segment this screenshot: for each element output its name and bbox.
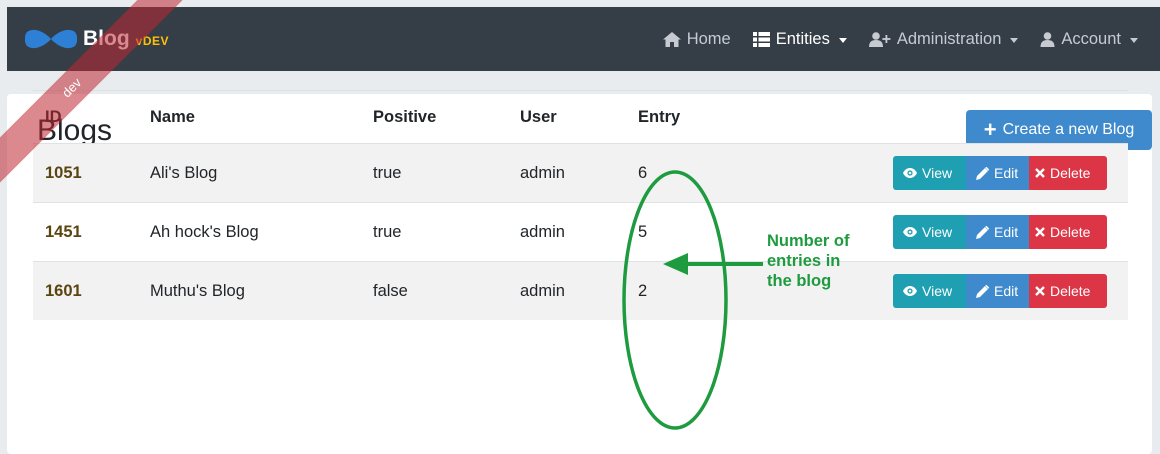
edit-label: Edit xyxy=(994,224,1019,240)
chevron-down-icon xyxy=(1130,37,1138,43)
delete-button[interactable]: Delete xyxy=(1029,156,1107,190)
edit-label: Edit xyxy=(994,283,1019,299)
user-icon xyxy=(1040,31,1055,47)
home-icon xyxy=(662,31,681,47)
blog-user[interactable]: admin xyxy=(520,261,638,320)
row-actions: View Edit Delete xyxy=(893,215,1128,249)
pencil-icon xyxy=(976,225,989,239)
table-row: 1601 Muthu's Blog false admin 2 View Edi… xyxy=(33,261,1128,320)
view-label: View xyxy=(922,283,953,299)
table-header-row: ID Name Positive User Entry xyxy=(33,91,1128,144)
annotation-text: Number of entries in the blog xyxy=(767,232,850,290)
header-id[interactable]: ID xyxy=(33,91,150,144)
blog-positive: false xyxy=(373,261,520,320)
nav-administration-label: Administration xyxy=(896,29,1002,48)
blog-positive: true xyxy=(373,143,520,203)
nav-entities-label: Entities xyxy=(775,29,830,48)
brand[interactable]: Blog vDEV xyxy=(25,23,169,55)
close-icon xyxy=(1035,227,1045,237)
chevron-down-icon xyxy=(838,37,847,43)
nav-home-label: Home xyxy=(686,29,731,48)
delete-button[interactable]: Delete xyxy=(1029,215,1107,249)
header-actions xyxy=(893,91,1128,144)
blogs-table: ID Name Positive User Entry 1051 Ali's B… xyxy=(33,91,1128,320)
delete-label: Delete xyxy=(1050,165,1091,181)
blog-positive: true xyxy=(373,202,520,262)
eye-icon xyxy=(903,227,917,237)
eye-icon xyxy=(903,168,917,178)
brand-title: Blog xyxy=(83,27,130,50)
close-icon xyxy=(1035,168,1045,178)
header-name[interactable]: Name xyxy=(150,91,373,144)
edit-button[interactable]: Edit xyxy=(966,156,1029,190)
delete-button[interactable]: Delete xyxy=(1029,274,1107,308)
nav-account[interactable]: Account xyxy=(1040,30,1138,49)
nav-entities[interactable]: Entities xyxy=(752,29,847,49)
delete-label: Delete xyxy=(1050,224,1091,240)
header-positive[interactable]: Positive xyxy=(373,91,520,144)
blog-id-link[interactable]: 1601 xyxy=(45,282,82,300)
view-button[interactable]: View xyxy=(893,274,966,308)
view-button[interactable]: View xyxy=(893,156,966,190)
header-user[interactable]: User xyxy=(520,91,638,144)
navbar: Blog vDEV Home Entities Administration A… xyxy=(7,7,1160,71)
chevron-down-icon xyxy=(1010,37,1019,43)
list-icon xyxy=(752,31,770,47)
blog-id-link[interactable]: 1451 xyxy=(45,223,82,241)
edit-button[interactable]: Edit xyxy=(966,274,1029,308)
pencil-icon xyxy=(976,166,989,180)
edit-label: Edit xyxy=(994,165,1019,181)
nav-administration[interactable]: Administration xyxy=(868,29,1019,49)
blog-entry: 5 xyxy=(638,202,893,262)
blog-id-link[interactable]: 1051 xyxy=(45,164,82,182)
blog-user[interactable]: admin xyxy=(520,143,638,203)
nav-menu: Home Entities Administration Account xyxy=(662,7,1160,71)
header-entry[interactable]: Entry xyxy=(638,91,893,144)
eye-icon xyxy=(903,286,917,296)
table-row: 1051 Ali's Blog true admin 6 View Edit D… xyxy=(33,143,1128,203)
delete-label: Delete xyxy=(1050,283,1091,299)
row-actions: View Edit Delete xyxy=(893,156,1128,190)
nav-home[interactable]: Home xyxy=(662,29,731,49)
pencil-icon xyxy=(976,284,989,298)
brand-version: vDEV xyxy=(135,34,170,48)
user-plus-icon xyxy=(868,31,891,47)
blog-logo-icon xyxy=(25,29,77,49)
table-row: 1451 Ah hock's Blog true admin 5 View Ed… xyxy=(33,202,1128,262)
view-button[interactable]: View xyxy=(893,215,966,249)
edit-button[interactable]: Edit xyxy=(966,215,1029,249)
blog-user[interactable]: admin xyxy=(520,202,638,262)
close-icon xyxy=(1035,286,1045,296)
blog-entry: 6 xyxy=(638,143,893,203)
blog-name: Ali's Blog xyxy=(150,143,373,203)
blog-entry: 2 xyxy=(638,261,893,320)
view-label: View xyxy=(922,224,953,240)
nav-account-label: Account xyxy=(1061,29,1121,48)
view-label: View xyxy=(922,165,953,181)
blog-name: Ah hock's Blog xyxy=(150,202,373,262)
blog-name: Muthu's Blog xyxy=(150,261,373,320)
row-actions: View Edit Delete xyxy=(893,274,1128,308)
